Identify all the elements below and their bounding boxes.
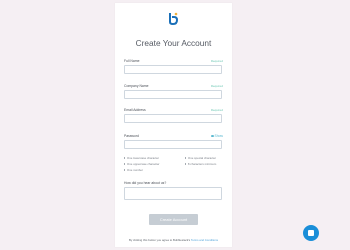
signup-card: Create Your Account Full Name Required C… (115, 3, 232, 247)
company-name-input[interactable] (124, 90, 222, 99)
password-requirement: One uppercase character (124, 162, 160, 166)
email-label: Email Address (124, 108, 146, 112)
password-requirement: One number (124, 168, 143, 172)
brand-logo-icon (169, 12, 179, 25)
show-password-toggle[interactable]: Show (210, 134, 223, 138)
required-indicator: Required (210, 84, 223, 88)
full-name-input[interactable] (124, 65, 222, 74)
show-password-label: Show (214, 134, 223, 138)
create-account-button[interactable]: Create Account (149, 214, 198, 225)
eye-icon (210, 135, 214, 137)
bullet-icon (124, 157, 126, 159)
chat-icon (308, 230, 314, 236)
password-requirement: One lowercase character (124, 156, 159, 160)
bullet-icon (185, 163, 187, 165)
password-requirement: One special character (185, 156, 216, 160)
bullet-icon (185, 157, 187, 159)
required-indicator: Required (210, 108, 223, 112)
password-requirement: 8 characters minimum (185, 162, 216, 166)
bullet-icon (124, 169, 126, 171)
email-input[interactable] (124, 114, 222, 123)
terms-text: By clicking this button you agree to Bub… (129, 238, 218, 242)
bullet-icon (124, 163, 126, 165)
terms-link[interactable]: Terms and Conditions (191, 238, 218, 242)
required-indicator: Required (210, 59, 223, 63)
full-name-label: Full Name (124, 59, 140, 63)
referral-input[interactable] (124, 187, 222, 200)
referral-label: How did you hear about us? (124, 181, 167, 185)
company-name-label: Company Name (124, 84, 149, 88)
page-title: Create Your Account (135, 38, 212, 48)
password-input[interactable] (124, 140, 222, 149)
chat-button[interactable] (303, 225, 319, 241)
password-label: Password (124, 134, 139, 138)
